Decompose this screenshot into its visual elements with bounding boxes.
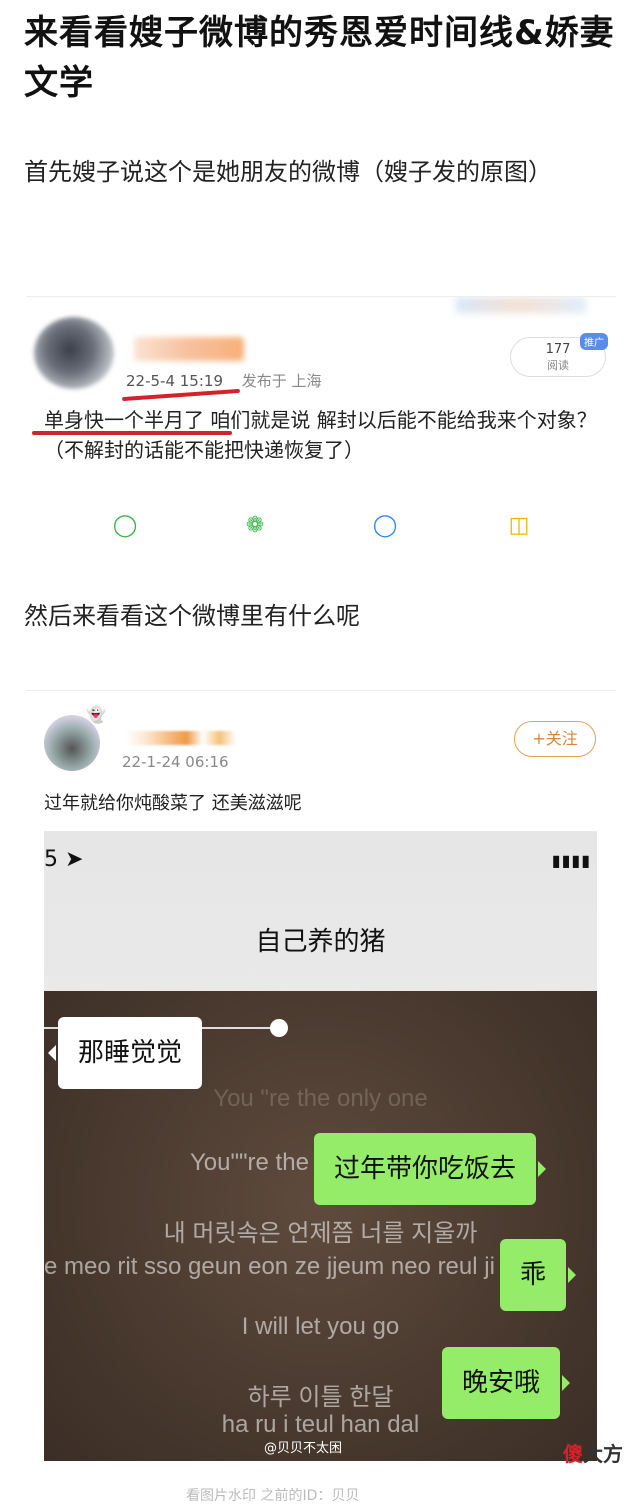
chat-screenshot: 5 ➤ ▮▮▮▮ 自己养的猪 You "re the only one You"… (44, 831, 597, 1461)
moments-icon[interactable]: ❁ (240, 511, 270, 541)
site-logo-suffix: 大方 (583, 1442, 623, 1466)
blurred-username (126, 731, 236, 745)
lyric-line: I will let you go (241, 1313, 400, 1340)
site-logo: 傻大方 (563, 1438, 623, 1467)
share-icon[interactable]: ◫ (504, 511, 534, 541)
chat-title: 自己养的猪 (255, 927, 386, 957)
chat-bubble-right: 晚安哦 (442, 1347, 571, 1419)
location-arrow-icon: 5 ➤ (44, 847, 84, 872)
footer-note: 看图片水印 之前的ID：贝贝 (186, 1488, 360, 1504)
lyric-line: You "re the only one (213, 1085, 428, 1112)
follow-button[interactable]: +关注 (514, 721, 596, 757)
chat-header: 5 ➤ ▮▮▮▮ 自己养的猪 (44, 831, 597, 991)
ghost-icon: 👻 (86, 705, 106, 724)
chat-bubble-right: 乖 (500, 1239, 577, 1311)
wechat-icon[interactable]: ◯ (110, 511, 140, 541)
promo-tag[interactable]: 推广 (580, 333, 608, 350)
post-meta: 22-5-4 15:19 发布于 上海 (126, 370, 322, 391)
red-underline-text (32, 431, 232, 435)
article-title: 来看看嫂子微博的秀恩爱时间线&娇妻文学 (24, 13, 615, 103)
lyrics-background: You "re the only one You""re the only on… (44, 991, 597, 1461)
progress-dot (270, 1019, 288, 1037)
post-text: 单身快一个半月了 咱们就是说 解封以后能不能给我来个对象？（不解封的话能不能把快… (44, 408, 597, 462)
site-logo-prefix: 傻 (563, 1442, 583, 1466)
weibo-post-screenshot-1: 22-5-4 15:19 发布于 上海 177 阅读 推广 单身快一个半月了 咱… (26, 296, 616, 546)
chat-bubble-right: 过年带你吃饭去 (314, 1133, 547, 1205)
blurred-header (456, 297, 586, 313)
share-row: ◯ ❁ ◯ ◫ (26, 505, 616, 545)
read-label: 阅读 (547, 359, 569, 372)
blurred-username (134, 337, 244, 361)
post-location: 发布于 上海 (241, 372, 322, 390)
article-paragraph-2: 然后来看看这个微博里有什么呢 (24, 602, 360, 630)
post-date: 22-1-24 06:16 (122, 753, 229, 771)
post-text: 过年就给你炖酸菜了 还美滋滋呢 (44, 793, 302, 814)
qq-icon[interactable]: ◯ (370, 511, 400, 541)
article-paragraph-1: 首先嫂子说这个是她朋友的微博（嫂子发的原图） (24, 158, 552, 186)
weibo-watermark: @贝贝不太困 (264, 1441, 343, 1456)
weibo-post-screenshot-2: 👻 22-1-24 06:16 +关注 过年就给你炖酸菜了 还美滋滋呢 5 ➤ … (26, 690, 616, 1504)
read-count: 177 (545, 342, 571, 357)
avatar (34, 317, 114, 389)
chat-bubble-left: 那睡觉觉 (47, 1017, 203, 1089)
post-date: 22-5-4 15:19 (126, 372, 223, 390)
signal-icon: ▮▮▮▮ (551, 851, 591, 870)
